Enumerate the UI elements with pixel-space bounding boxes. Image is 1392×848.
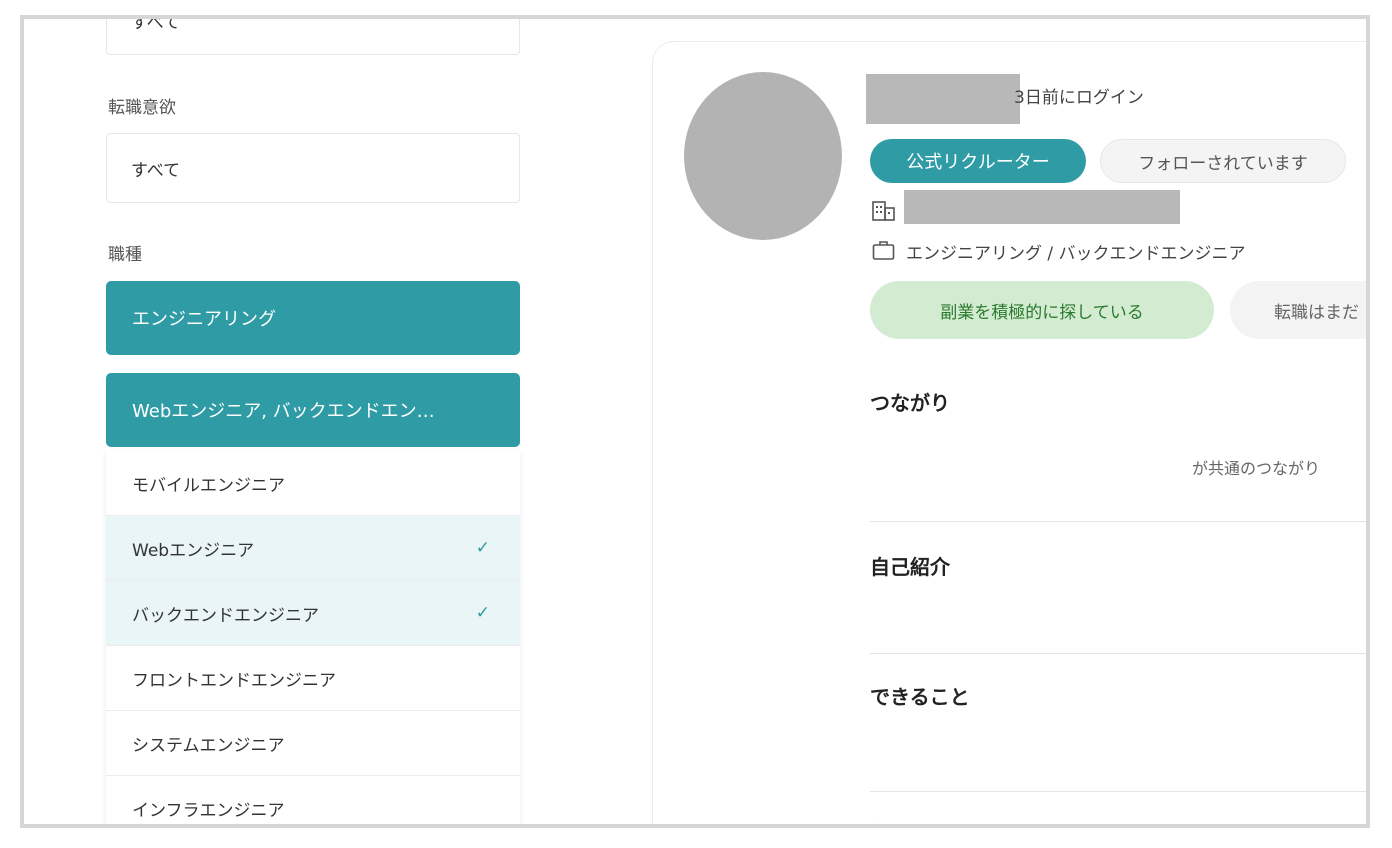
job-title: エンジニアリング / バックエンドエンジニア (906, 244, 1246, 264)
redacted-name (866, 74, 1020, 124)
redacted-company (904, 190, 1180, 224)
badge-label: フォローされています (1138, 153, 1308, 174)
job-category-value: エンジニアリング (132, 309, 276, 330)
screen-frame: すべて 転職意欲 すべて 職種 エンジニアリング Webエンジニア, バックエン… (20, 15, 1370, 828)
option-label: Webエンジニア (132, 540, 255, 561)
job-subtype-value: Webエンジニア, バックエンドエン… (132, 401, 435, 422)
intro-title: 自己紹介 (870, 555, 950, 579)
job-subtype-dropdown: モバイルエンジニア Webエンジニア ✓ バックエンドエンジニア ✓ フロントエ… (106, 451, 520, 824)
building-icon (872, 201, 895, 221)
divider (870, 791, 1366, 792)
filter-top-select[interactable]: すべて (106, 15, 520, 55)
common-connections: が共通のつながり (1192, 459, 1321, 478)
status-job-change: 転職はまだ (1230, 281, 1366, 339)
job-category-select[interactable]: エンジニアリング (106, 281, 520, 355)
check-icon: ✓ (475, 538, 490, 558)
check-icon: ✓ (475, 603, 490, 623)
skills-title: できること (870, 685, 970, 709)
badge-label: 公式リクルーター (906, 152, 1050, 173)
divider (870, 521, 1366, 522)
motivation-select[interactable]: すべて (106, 133, 520, 203)
avatar[interactable] (684, 72, 842, 240)
connections-title: つながり (870, 391, 950, 415)
option-label: フロントエンドエンジニア (132, 670, 336, 691)
option-mobile-engineer[interactable]: モバイルエンジニア (106, 451, 520, 516)
option-label: インフラエンジニア (132, 800, 285, 821)
option-label: バックエンドエンジニア (132, 605, 319, 626)
status-side-job: 副業を積極的に探している (870, 281, 1214, 339)
motivation-value: すべて (131, 160, 181, 181)
option-label: モバイルエンジニア (132, 475, 285, 496)
option-frontend-engineer[interactable]: フロントエンドエンジニア (106, 646, 520, 711)
option-backend-engineer[interactable]: バックエンドエンジニア ✓ (106, 581, 520, 646)
last-login: 3日前にログイン (1014, 88, 1144, 108)
career-title: キャリア (870, 817, 950, 824)
status-label: 転職はまだ (1274, 302, 1359, 323)
option-system-engineer[interactable]: システムエンジニア (106, 711, 520, 776)
filter-top-value: すべて (131, 15, 181, 33)
option-label: システムエンジニア (132, 735, 285, 756)
status-label: 副業を積極的に探している (940, 302, 1144, 323)
motivation-label: 転職意欲 (108, 98, 176, 118)
option-web-engineer[interactable]: Webエンジニア ✓ (106, 516, 520, 581)
job-subtype-select[interactable]: Webエンジニア, バックエンドエン… (106, 373, 520, 447)
following-badge: フォローされています (1100, 139, 1346, 183)
divider (870, 653, 1366, 654)
briefcase-icon (872, 241, 895, 260)
official-recruiter-badge: 公式リクルーター (870, 139, 1086, 183)
option-infra-engineer[interactable]: インフラエンジニア (106, 776, 520, 824)
job-type-label: 職種 (108, 245, 142, 265)
